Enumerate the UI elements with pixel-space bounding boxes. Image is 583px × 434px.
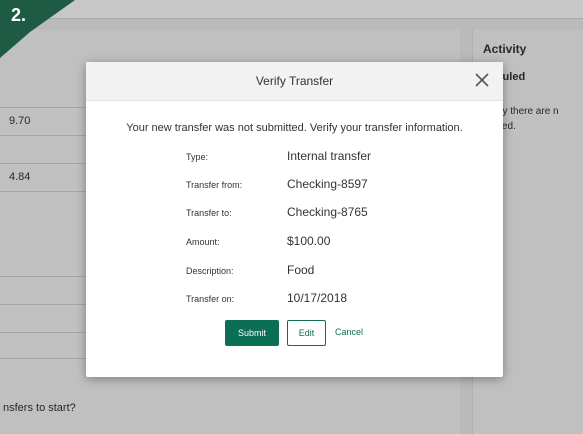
description-value: Food <box>287 263 315 277</box>
transfer-from-label: Transfer from: <box>186 180 243 190</box>
step-badge: 2. <box>0 0 75 60</box>
transfer-on-value: 10/17/2018 <box>287 291 348 305</box>
verify-transfer-dialog: Verify Transfer Your new transfer was no… <box>86 62 503 377</box>
submit-button[interactable]: Submit <box>225 320 279 346</box>
type-value: Internal transfer <box>287 149 372 163</box>
dialog-title: Verify Transfer <box>255 74 334 88</box>
close-icon[interactable] <box>473 71 491 89</box>
verify-message: Your new transfer was not submitted. Ver… <box>126 122 463 134</box>
amount-value: $100.00 <box>287 234 331 248</box>
amount-label: Amount: <box>186 237 220 247</box>
transfer-from-value: Checking-8597 <box>287 177 368 191</box>
edit-button[interactable]: Edit <box>287 320 326 346</box>
transfer-to-value: Checking-8765 <box>287 205 368 219</box>
transfer-on-label: Transfer on: <box>186 294 235 304</box>
step-number: 2. <box>11 5 27 25</box>
description-label: Description: <box>186 266 234 276</box>
dialog-header: Verify Transfer <box>86 62 503 101</box>
cancel-link[interactable]: Cancel <box>335 327 363 337</box>
type-label: Type: <box>186 152 209 162</box>
transfer-to-label: Transfer to: <box>186 208 232 218</box>
